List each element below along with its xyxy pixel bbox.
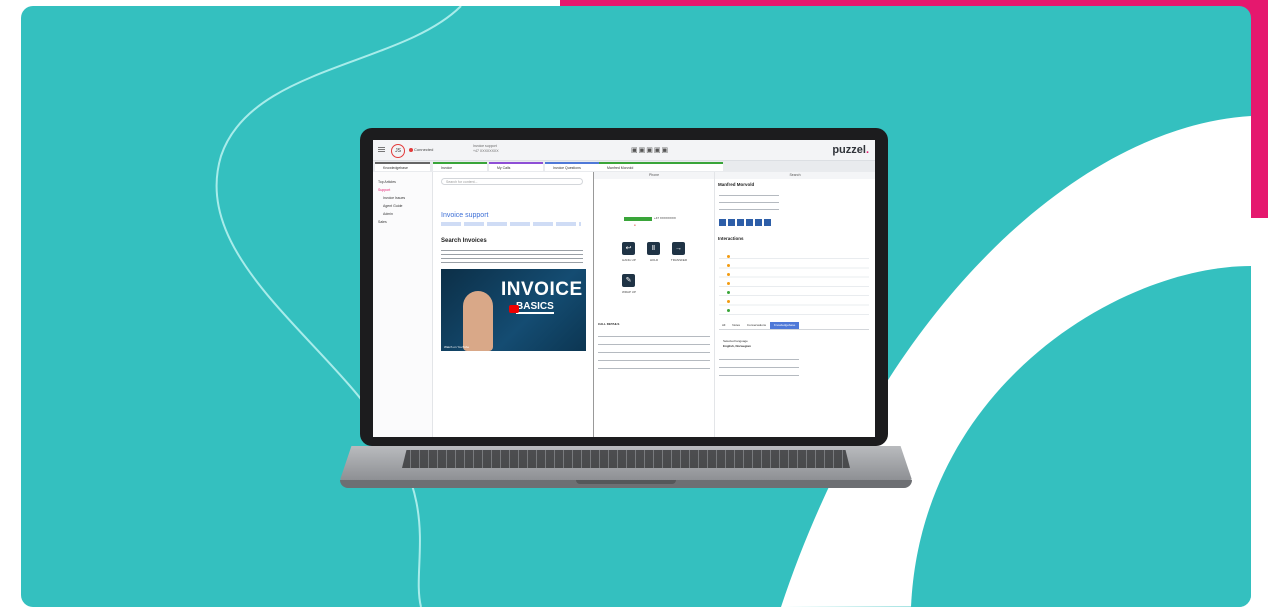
call-info: Invoice support +47 XXXXXXXX [473, 144, 499, 154]
laptop-base [340, 446, 912, 488]
logo-dot: . [865, 144, 869, 156]
status-dot-icon [409, 147, 413, 152]
hamburger-menu-icon[interactable] [378, 147, 385, 148]
kb-item[interactable]: Admin [373, 210, 432, 218]
contact-pane: Search Manfred Morvold Interactions All … [715, 172, 875, 437]
interaction-status-icon [727, 291, 730, 294]
interactions-title: Interactions [718, 236, 744, 241]
hang-up-label: HANG UP [622, 258, 636, 262]
hang-up-button[interactable]: ↩ [622, 242, 635, 255]
language-select[interactable]: English, Norwegian [723, 344, 751, 348]
recording-icon: ● [634, 223, 636, 227]
tab-strip: Knowledgebase Invoice My Calls Invoice Q… [373, 161, 875, 193]
video-player[interactable]: INVOICE BASICS Watch on YouTube [441, 269, 586, 351]
article-tags[interactable] [441, 222, 581, 226]
subtab-knowledgebase[interactable]: Knowledgebase [769, 322, 800, 329]
tab-invoice[interactable]: Invoice [433, 162, 487, 171]
call-details-body [598, 332, 710, 373]
interaction-status-icon [727, 264, 730, 267]
phone-pane: Phone +47 XXXXXXXX ● ↩ Ⅱ → ✎ HANG UP HOL… [594, 172, 715, 437]
toolbar-icons[interactable]: ▣▣▣▣▣ [631, 146, 669, 154]
laptop-lid: JS Connected Invoice support +47 XXXXXXX… [360, 128, 888, 446]
puzzel-logo: puzzel. [832, 144, 869, 156]
app-topbar: JS Connected Invoice support +47 XXXXXXX… [373, 140, 875, 161]
transfer-label: TRANSFER [670, 258, 688, 262]
call-details-title: CALL DETAILS [598, 322, 620, 326]
hold-label: HOLD [649, 258, 659, 262]
phone-header: Phone [594, 172, 714, 179]
interaction-status-icon [727, 282, 730, 285]
interaction-status-icon [727, 255, 730, 258]
tab-contact[interactable]: Manfred Morvold [599, 162, 723, 171]
tab-my-calls[interactable]: My Calls [489, 162, 543, 171]
interaction-status-icon [727, 309, 730, 312]
presenter-figure [463, 291, 493, 351]
video-title-small: BASICS [516, 301, 554, 314]
interaction-status-icon [727, 273, 730, 276]
contact-action-icons[interactable] [719, 219, 771, 226]
status-indicator[interactable]: Connected [409, 147, 433, 152]
hold-button[interactable]: Ⅱ [647, 242, 660, 255]
caller-number: +47 XXXXXXXX [654, 216, 676, 220]
transfer-button[interactable]: → [672, 242, 685, 255]
status-label: Connected [414, 147, 434, 152]
article-title: Invoice support [441, 212, 489, 219]
wrap-up-label: WRAP UP [622, 290, 636, 294]
laptop-screen: JS Connected Invoice support +47 XXXXXXX… [373, 140, 875, 437]
kb-item[interactable]: Sales [373, 218, 432, 226]
interaction-status-icon [727, 300, 730, 303]
wrap-up-button[interactable]: ✎ [622, 274, 635, 287]
call-timer-bar [624, 217, 652, 221]
tab-knowledgebase[interactable]: Knowledgebase [375, 162, 430, 171]
contact-details [719, 192, 779, 212]
search-input[interactable]: Search for content... [441, 178, 583, 185]
article-pane: Search for content... Invoice support Se… [433, 172, 594, 437]
subtab-notes[interactable]: Notes [729, 323, 743, 327]
language-label: Selected language [723, 339, 748, 343]
interaction-subtabs: All Notes Conversations Knowledgebase [719, 322, 869, 330]
subtab-all[interactable]: All [719, 323, 728, 327]
kb-item[interactable]: Invoice Issues [373, 194, 432, 202]
search-header: Search [715, 172, 875, 179]
kb-item[interactable]: Agent Guide [373, 202, 432, 210]
call-details: CALL DETAILS [598, 322, 710, 373]
logo-text: puzzel [832, 144, 866, 156]
knowledge-results [719, 356, 799, 380]
article-heading: Search Invoices [441, 238, 487, 244]
laptop-keyboard [402, 450, 850, 468]
kb-item[interactable]: Support [373, 186, 432, 194]
tab-invoice-questions[interactable]: Invoice Questions [545, 162, 599, 171]
kb-item[interactable]: Top Articles [373, 178, 432, 186]
avatar[interactable]: JS [391, 144, 405, 158]
call-info-number: +47 XXXXXXXX [473, 149, 499, 153]
video-title-big: INVOICE [501, 279, 583, 300]
laptop-notch [576, 480, 676, 484]
video-caption[interactable]: Watch on YouTube [444, 345, 469, 349]
article-paragraph [441, 248, 583, 266]
contact-name: Manfred Morvold [718, 182, 755, 187]
play-icon[interactable] [509, 305, 519, 313]
subtab-conversations[interactable]: Conversations [744, 323, 769, 327]
kb-sidebar: Top Articles Support Invoice Issues Agen… [373, 172, 433, 437]
interactions-table[interactable] [719, 252, 869, 318]
